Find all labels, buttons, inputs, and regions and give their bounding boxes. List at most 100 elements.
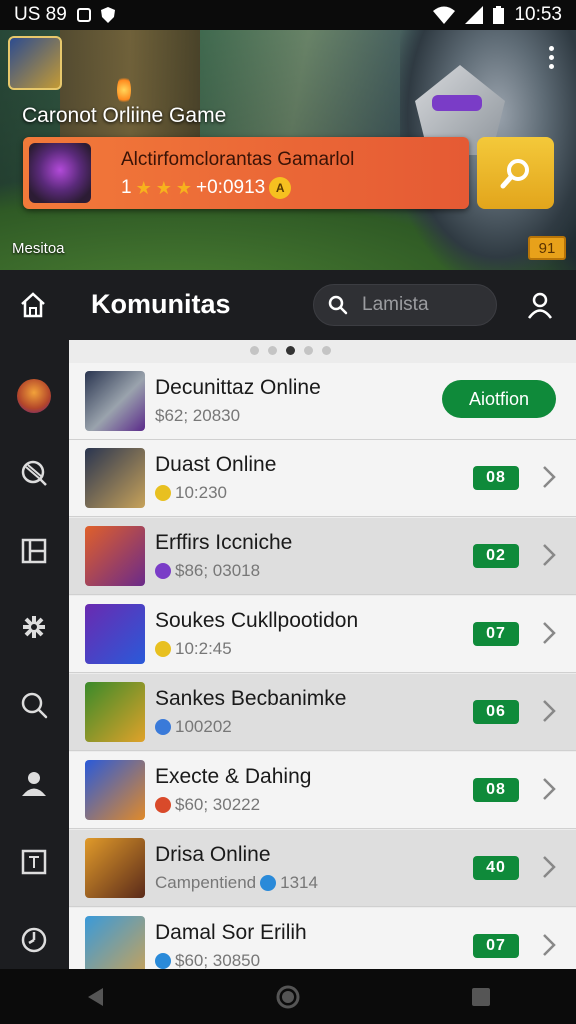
- list-item[interactable]: Sankes Becbanimke 100202 06: [69, 674, 576, 751]
- clock: 10:53: [514, 4, 562, 25]
- count-badge: 06: [473, 700, 519, 724]
- profile-button[interactable]: [521, 286, 559, 324]
- list-item-subtitle-text: $60; 30850: [175, 951, 261, 969]
- library-icon: [21, 538, 47, 564]
- system-nav-bar: [0, 969, 576, 1024]
- rail-item-history[interactable]: [14, 920, 54, 960]
- promo-value: +0:0913: [196, 177, 266, 198]
- hero-title: Caronot Orliine Game: [22, 104, 227, 127]
- featured-action-button[interactable]: Aiotfion: [442, 380, 556, 418]
- count-badge: 07: [473, 622, 519, 646]
- list-item-thumbnail: [85, 604, 145, 664]
- list-item[interactable]: Soukes Cukllpootidon 10:2:45 07: [69, 596, 576, 673]
- list-item[interactable]: Duast Online 10:230 08: [69, 440, 576, 517]
- user-icon: [527, 292, 553, 319]
- featured-thumbnail: [85, 371, 145, 431]
- search-input[interactable]: [360, 293, 489, 317]
- chevron-right-icon[interactable]: [541, 618, 557, 648]
- search-bar[interactable]: [313, 284, 497, 326]
- user-icon: [22, 772, 46, 796]
- more-options-icon[interactable]: [544, 46, 558, 69]
- game-badge-icon: [155, 641, 171, 657]
- count-badge: 02: [473, 544, 519, 568]
- game-badge-icon: [155, 797, 171, 813]
- carousel-dot[interactable]: [286, 346, 295, 355]
- torch-art: [117, 75, 131, 105]
- game-badge-icon: [155, 563, 171, 579]
- game-app-icon[interactable]: [8, 36, 62, 90]
- recents-icon[interactable]: [471, 987, 491, 1007]
- count-badge: 07: [473, 934, 519, 958]
- star-icon: ★: [155, 177, 172, 198]
- home-icon: [21, 292, 45, 318]
- list-item-thumbnail: [85, 916, 145, 969]
- page-title: Komunitas: [91, 289, 231, 319]
- carousel-dot[interactable]: [304, 346, 313, 355]
- gear-icon: [23, 616, 45, 638]
- home-button[interactable]: [14, 286, 52, 324]
- chevron-right-icon[interactable]: [541, 852, 557, 882]
- list-item-title: Duast Online: [155, 453, 277, 476]
- carousel-indicator[interactable]: [250, 346, 331, 355]
- shield-icon: [100, 7, 115, 23]
- chevron-right-icon[interactable]: [541, 774, 557, 804]
- rail-item-avatar[interactable]: [14, 376, 54, 416]
- top-bar: Komunitas: [0, 270, 576, 340]
- star-icon: ★: [135, 177, 152, 198]
- list-item[interactable]: Execte & Dahing $60; 30222 08: [69, 752, 576, 829]
- chevron-right-icon[interactable]: [541, 540, 557, 570]
- chevron-right-icon[interactable]: [541, 930, 557, 960]
- hero-corner-badge: 91: [528, 236, 566, 260]
- list-item[interactable]: Drisa Online Campentiend 1314 40: [69, 830, 576, 907]
- list-item-thumbnail: [85, 448, 145, 508]
- promo-thumbnail: [29, 143, 91, 203]
- carousel-dot[interactable]: [322, 346, 331, 355]
- back-icon[interactable]: [85, 986, 105, 1008]
- list-item-subtitle-text: $60; 30222: [175, 795, 261, 814]
- list-item[interactable]: Damal Sor Erilih $60; 30850 07: [69, 908, 576, 969]
- promo-search-button[interactable]: [477, 137, 554, 209]
- list-item-subtitle-text: $86; 03018: [175, 561, 261, 580]
- list-item-subtitle-text: 10:2:45: [175, 639, 232, 658]
- chevron-right-icon[interactable]: [541, 462, 557, 492]
- featured-row[interactable]: Decunittaz Online $62; 20830 Aiotfion: [69, 363, 576, 440]
- rail-item-search[interactable]: [14, 685, 54, 725]
- battery-icon: [493, 6, 505, 24]
- list-item-subtitle: 100202: [155, 717, 232, 737]
- chevron-right-icon[interactable]: [541, 696, 557, 726]
- count-badge: 40: [473, 856, 519, 880]
- list-item-title: Erffirs Iccniche: [155, 531, 293, 554]
- list-item-title: Damal Sor Erilih: [155, 921, 307, 944]
- search-icon: [500, 159, 529, 189]
- rail-item-calendar[interactable]: [14, 842, 54, 882]
- list-item-subtitle: $86; 03018: [155, 561, 260, 581]
- star-icon: ★: [175, 177, 192, 198]
- rail-item-profile[interactable]: [14, 763, 54, 803]
- signal-icon: [465, 6, 484, 24]
- status-bar: US 89 10:53: [0, 0, 576, 30]
- list-item-thumbnail: [85, 838, 145, 898]
- list-item-subtitle: $60; 30850: [155, 951, 260, 969]
- game-badge-icon: [260, 875, 277, 891]
- search-icon: [21, 692, 48, 719]
- promo-stats: 1 ★ ★ ★ +0:0913 A: [121, 177, 292, 199]
- carrier-label: US 89: [14, 4, 67, 25]
- rail-item-explore[interactable]: [14, 453, 54, 493]
- home-circle-icon[interactable]: [275, 984, 301, 1010]
- left-nav-rail: [0, 340, 69, 969]
- list-item-subtitle: $60; 30222: [155, 795, 260, 815]
- list-item-subtitle: 10:2:45: [155, 639, 232, 659]
- promo-title: Alctirfomclorantas Gamarlol: [121, 149, 355, 170]
- list-item[interactable]: Erffirs Iccniche $86; 03018 02: [69, 518, 576, 595]
- promo-rating-prefix: 1: [121, 177, 132, 198]
- rail-item-library[interactable]: [14, 531, 54, 571]
- count-badge: 08: [473, 466, 519, 490]
- carousel-dot[interactable]: [250, 346, 259, 355]
- rail-item-settings[interactable]: [14, 607, 54, 647]
- game-badge-icon: [155, 953, 171, 969]
- count-badge: 08: [473, 778, 519, 802]
- promo-card[interactable]: Alctirfomclorantas Gamarlol 1 ★ ★ ★ +0:0…: [23, 137, 469, 209]
- clock-icon: [21, 927, 47, 953]
- carousel-dot[interactable]: [268, 346, 277, 355]
- list-item-title: Sankes Becbanimke: [155, 687, 347, 710]
